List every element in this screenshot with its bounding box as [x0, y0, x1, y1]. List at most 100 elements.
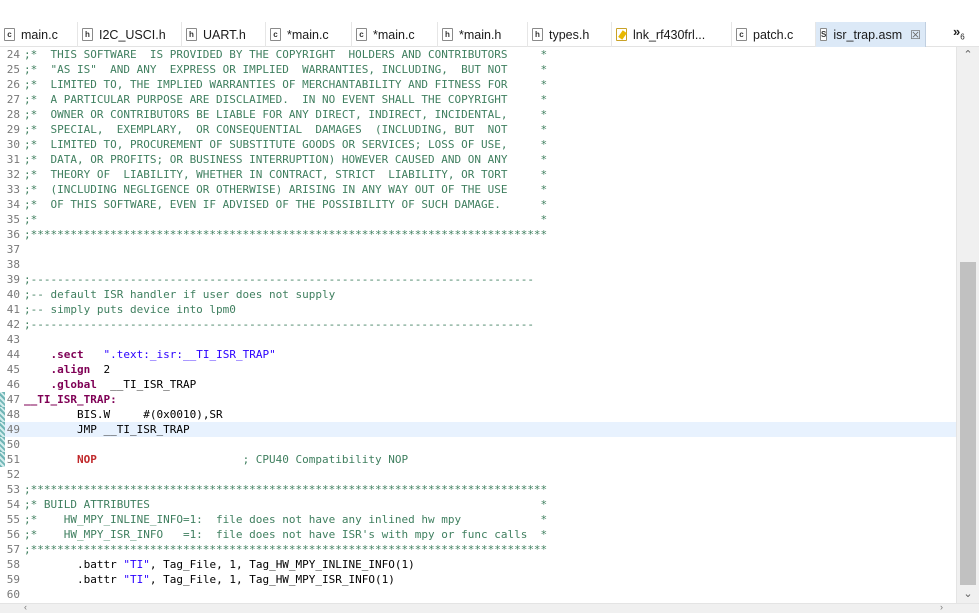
code-line[interactable]: 48 BIS.W #(0x0010),SR	[0, 407, 956, 422]
code-text: ;* HW_MPY_INLINE_INFO=1: file does not h…	[24, 512, 547, 527]
tab-3[interactable]: c *main.c	[266, 22, 352, 47]
code-line[interactable]: 49 JMP __TI_ISR_TRAP	[0, 422, 956, 437]
scroll-up-arrow-icon[interactable]: ⌃	[957, 47, 979, 64]
comment: ;* HW_MPY_INLINE_INFO=1: file does not h…	[24, 513, 548, 526]
code-line[interactable]: 35 ;* *	[0, 212, 956, 227]
comment: ;* "AS IS" AND ANY EXPRESS OR IMPLIED WA…	[24, 63, 548, 76]
code-line[interactable]: 26 ;* LIMITED TO, THE IMPLIED WARRANTIES …	[0, 77, 956, 92]
tab-4[interactable]: c *main.c	[352, 22, 438, 47]
code-line[interactable]: 57 ;*************************************…	[0, 542, 956, 557]
line-number: 58	[6, 558, 20, 571]
code-line[interactable]: 27 ;* A PARTICULAR PURPOSE ARE DISCLAIMED…	[0, 92, 956, 107]
line-number: 38	[6, 258, 20, 271]
line-number: 29	[6, 123, 20, 136]
scroll-left-arrow-icon[interactable]: ‹	[24, 602, 27, 612]
string-literal: ".text:_isr:__TI_ISR_TRAP"	[103, 348, 276, 361]
code-line[interactable]: 29 ;* SPECIAL, EXEMPLARY, OR CONSEQUENTIA…	[0, 122, 956, 137]
directive: .battr	[76, 558, 117, 571]
code-text: JMP __TI_ISR_TRAP	[24, 422, 190, 437]
code-editor[interactable]: 24 ;* THIS SOFTWARE IS PROVIDED BY THE CO…	[0, 47, 956, 603]
line-number: 26	[6, 78, 20, 91]
tab-label: types.h	[549, 27, 590, 42]
scroll-down-arrow-icon[interactable]: ⌄	[957, 586, 979, 603]
code-line[interactable]: 28 ;* OWNER OR CONTRIBUTORS BE LIABLE FOR…	[0, 107, 956, 122]
code-line[interactable]: 43	[0, 332, 956, 347]
code-line[interactable]: 52	[0, 467, 956, 482]
c-file-icon: c	[270, 28, 281, 41]
tab-label: main.c	[21, 27, 58, 42]
code-line[interactable]: 25 ;* "AS IS" AND ANY EXPRESS OR IMPLIED …	[0, 62, 956, 77]
code-text: ;* LIMITED TO, PROCUREMENT OF SUBSTITUTE…	[24, 137, 547, 152]
line-number: 55	[6, 513, 20, 526]
vertical-scroll-thumb[interactable]	[960, 262, 976, 585]
code-line[interactable]: 56 ;* HW_MPY_ISR_INFO =1: file does not h…	[0, 527, 956, 542]
code-line[interactable]: 33 ;* (INCLUDING NEGLIGENCE OR OTHERWISE)…	[0, 182, 956, 197]
line-number: 25	[6, 63, 20, 76]
code-text: ;* A PARTICULAR PURPOSE ARE DISCLAIMED. …	[24, 92, 547, 107]
code-line[interactable]: 55 ;* HW_MPY_INLINE_INFO=1: file does not…	[0, 512, 956, 527]
code-line[interactable]: 47 __TI_ISR_TRAP:	[0, 392, 956, 407]
vertical-scrollbar[interactable]: ⌃ ⌄	[956, 47, 979, 603]
comment: ;* HW_MPY_ISR_INFO =1: file does not hav…	[24, 528, 548, 541]
tab-2[interactable]: h UART.h	[182, 22, 266, 47]
directive: .sect	[50, 348, 84, 361]
tab-8[interactable]: c patch.c	[732, 22, 816, 47]
code-line[interactable]: 36 ;*************************************…	[0, 227, 956, 242]
line-number: 56	[6, 528, 20, 541]
line-number: 54	[6, 498, 20, 511]
tab-1[interactable]: h I2C_USCI.h	[78, 22, 182, 47]
code-line[interactable]: 37	[0, 242, 956, 257]
more-tabs-button[interactable]: »6	[953, 24, 965, 42]
code-text: ;* DATA, OR PROFITS; OR BUSINESS INTERRU…	[24, 152, 547, 167]
c-file-icon: c	[736, 28, 747, 41]
line-number: 44	[6, 348, 20, 361]
tab-6[interactable]: h types.h	[528, 22, 612, 47]
comment: ;* LIMITED TO, THE IMPLIED WARRANTIES OF…	[24, 78, 548, 91]
code-line[interactable]: 60	[0, 587, 956, 602]
code-line[interactable]: 46 .global __TI_ISR_TRAP	[0, 377, 956, 392]
line-number: 32	[6, 168, 20, 181]
code-text: ;-- simply puts device into lpm0	[24, 302, 236, 317]
line-number: 42	[6, 318, 20, 331]
code-line[interactable]: 58 .battr "TI", Tag_File, 1, Tag_HW_MPY_…	[0, 557, 956, 572]
code-line[interactable]: 59 .battr "TI", Tag_File, 1, Tag_HW_MPY_…	[0, 572, 956, 587]
code-line[interactable]: 53 ;*************************************…	[0, 482, 956, 497]
code-text: ;***************************************…	[24, 542, 547, 557]
code-line[interactable]: 44 .sect ".text:_isr:__TI_ISR_TRAP"	[0, 347, 956, 362]
tab-5[interactable]: h *main.h	[438, 22, 528, 47]
line-number: 31	[6, 153, 20, 166]
code-line[interactable]: 50	[0, 437, 956, 452]
line-number: 46	[6, 378, 20, 391]
line-number: 30	[6, 138, 20, 151]
code-line[interactable]: 45 .align 2	[0, 362, 956, 377]
code-text: ;* (INCLUDING NEGLIGENCE OR OTHERWISE) A…	[24, 182, 547, 197]
h-file-icon: h	[442, 28, 453, 41]
code-line[interactable]: 42 ;-------------------------------------…	[0, 317, 956, 332]
code-line[interactable]: 51 NOP ; CPU40 Compatibility NOP	[0, 452, 956, 467]
code-line[interactable]: 40 ;-- default ISR handler if user does n…	[0, 287, 956, 302]
code-line[interactable]: 31 ;* DATA, OR PROFITS; OR BUSINESS INTER…	[0, 152, 956, 167]
comment: ;* A PARTICULAR PURPOSE ARE DISCLAIMED. …	[24, 93, 548, 106]
code-line[interactable]: 32 ;* THEORY OF LIABILITY, WHETHER IN CON…	[0, 167, 956, 182]
code-text: ;---------------------------------------…	[24, 317, 534, 332]
code-line[interactable]: 34 ;* OF THIS SOFTWARE, EVEN IF ADVISED O…	[0, 197, 956, 212]
comment: ;---------------------------------------…	[24, 273, 534, 286]
tab-7[interactable]: lnk_rf430frl...	[612, 22, 732, 47]
code-line[interactable]: 38	[0, 257, 956, 272]
tab-9[interactable]: Sisr_trap.asm ☒	[816, 22, 926, 47]
tab-label: *main.c	[373, 27, 415, 42]
code-line[interactable]: 39 ;-------------------------------------…	[0, 272, 956, 287]
horizontal-scrollbar[interactable]: ‹ ›	[0, 602, 979, 613]
code-line[interactable]: 41 ;-- simply puts device into lpm0	[0, 302, 956, 317]
code-text: .align 2	[24, 362, 111, 377]
code-text: ;---------------------------------------…	[24, 272, 534, 287]
code-line[interactable]: 30 ;* LIMITED TO, PROCUREMENT OF SUBSTITU…	[0, 137, 956, 152]
close-tab-icon[interactable]: ☒	[910, 28, 921, 42]
comment: ;-- simply puts device into lpm0	[24, 303, 236, 316]
h-file-icon: h	[532, 28, 543, 41]
code-line[interactable]: 54 ;* BUILD ATTRIBUTES *	[0, 497, 956, 512]
tab-0[interactable]: c main.c	[0, 22, 78, 47]
code-line[interactable]: 24 ;* THIS SOFTWARE IS PROVIDED BY THE CO…	[0, 47, 956, 62]
line-number: 57	[6, 543, 20, 556]
scroll-right-arrow-icon[interactable]: ›	[940, 602, 943, 612]
